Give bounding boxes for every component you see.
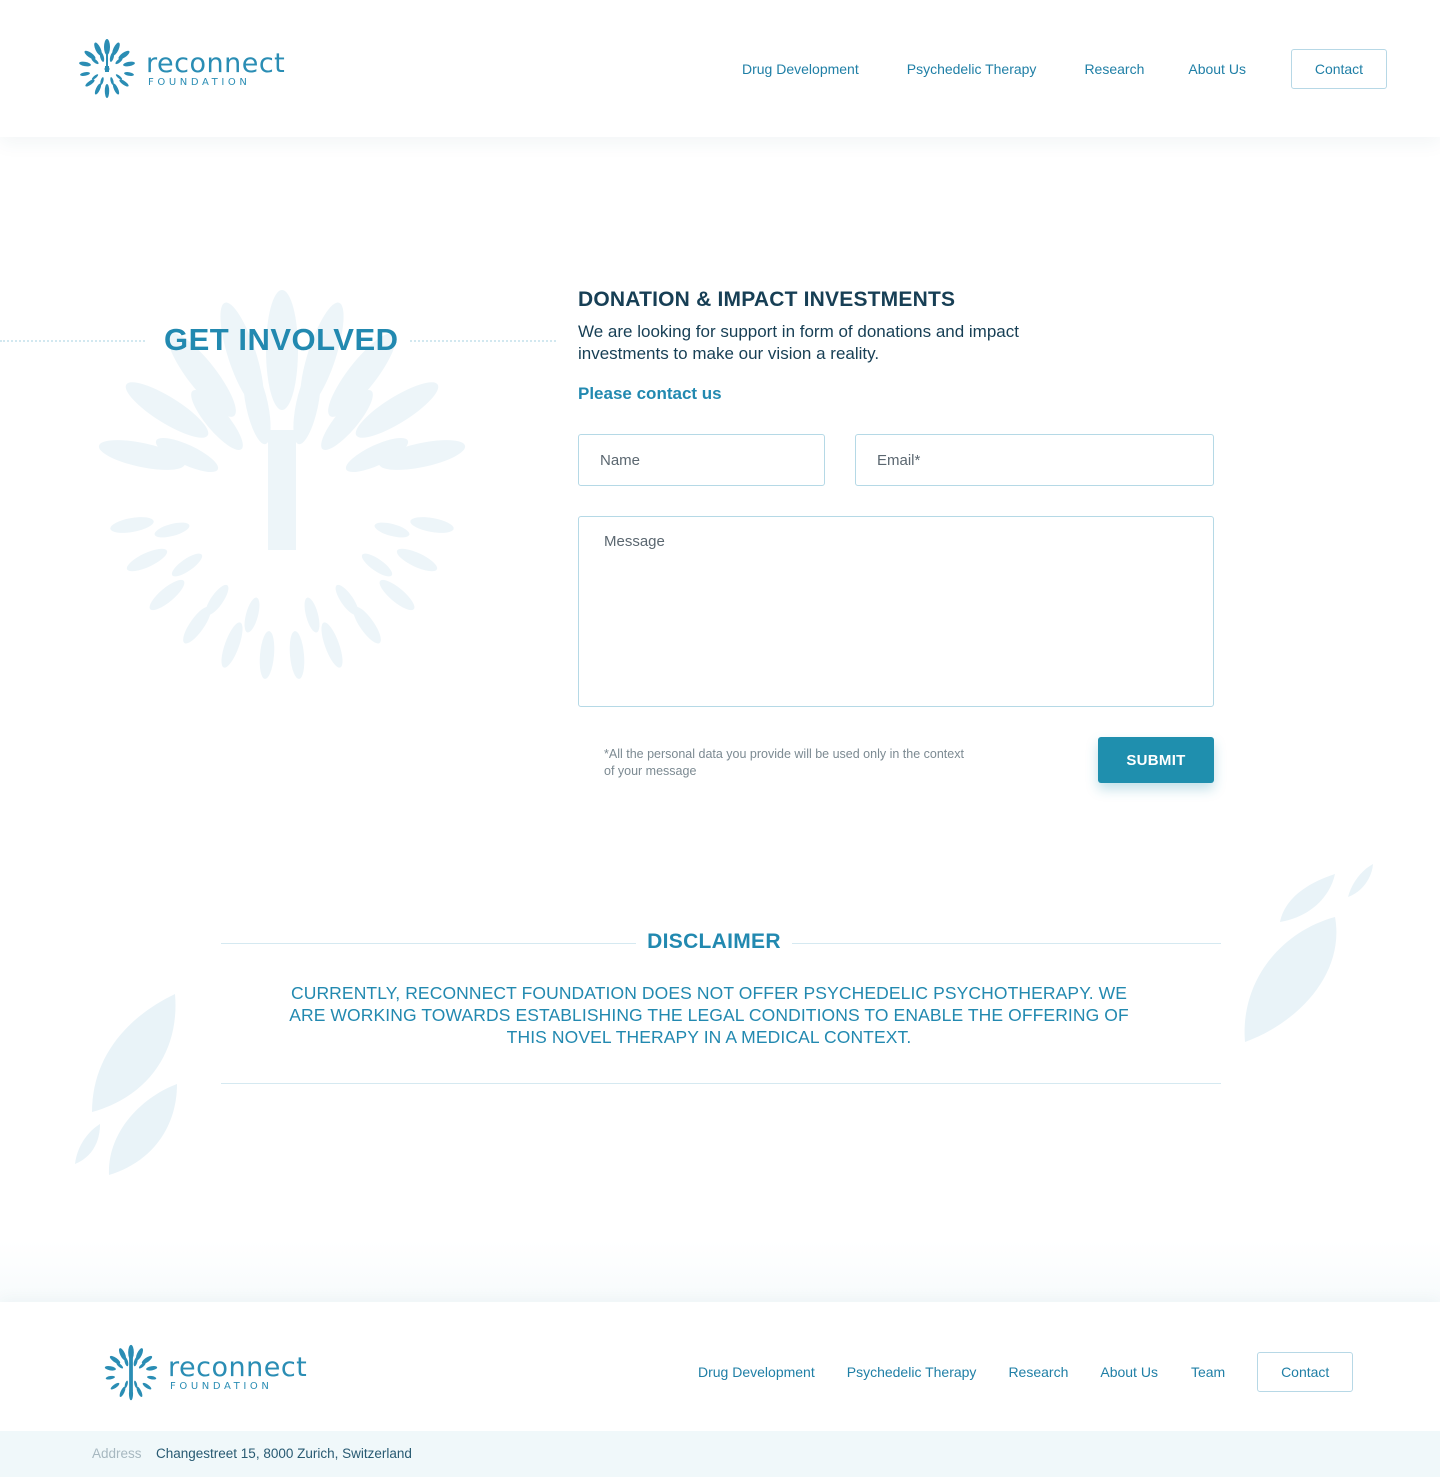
footer-nav-team[interactable]: Team xyxy=(1191,1364,1225,1380)
brand-tagline: FOUNDATION xyxy=(148,76,251,88)
nav-about-us[interactable]: About Us xyxy=(1188,61,1246,77)
header-contact-button[interactable]: Contact xyxy=(1290,49,1387,89)
message-textarea[interactable] xyxy=(578,516,1214,707)
address-value: Changestreet 15, 8000 Zurich, Switzerlan… xyxy=(156,1446,412,1461)
header-nav: Drug Development Psychedelic Therapy Res… xyxy=(742,49,1387,89)
donation-title: DONATION & IMPACT INVESTMENTS xyxy=(578,288,956,311)
footer-nav-research[interactable]: Research xyxy=(1008,1364,1068,1380)
footer-nav-about-us[interactable]: About Us xyxy=(1100,1364,1158,1380)
disclaimer-divider-bottom xyxy=(221,1083,1221,1084)
nav-psychedelic-therapy[interactable]: Psychedelic Therapy xyxy=(907,61,1037,77)
footer-brand-name: reconnect xyxy=(168,1351,308,1383)
leaf-decoration-left-icon xyxy=(75,994,177,1175)
footer-logo[interactable]: reconnect FOUNDATION xyxy=(100,1342,307,1404)
footer-nav-drug-development[interactable]: Drug Development xyxy=(698,1364,815,1380)
submit-button[interactable]: SUBMIT xyxy=(1098,737,1214,783)
site-header: reconnect FOUNDATION Drug Development Ps… xyxy=(0,0,1440,137)
site-footer: reconnect FOUNDATION Drug Development Ps… xyxy=(0,1302,1440,1431)
footer-brand-tagline: FOUNDATION xyxy=(170,1380,273,1392)
disclaimer-divider-left xyxy=(221,943,637,944)
nav-drug-development[interactable]: Drug Development xyxy=(742,61,859,77)
disclaimer-divider-right xyxy=(790,943,1221,944)
name-input[interactable] xyxy=(578,434,825,486)
header-logo[interactable]: reconnect FOUNDATION xyxy=(74,36,285,102)
footer-nav-psychedelic-therapy[interactable]: Psychedelic Therapy xyxy=(847,1364,977,1380)
leaf-decoration-right-icon xyxy=(1244,864,1373,1042)
address-bar: Address Changestreet 15, 8000 Zurich, Sw… xyxy=(0,1431,1440,1477)
nav-research[interactable]: Research xyxy=(1084,61,1144,77)
email-input[interactable] xyxy=(855,434,1214,486)
disclaimer-title: DISCLAIMER xyxy=(636,930,792,954)
address-label: Address xyxy=(92,1446,142,1461)
brand-name: reconnect xyxy=(146,47,286,79)
get-involved-heading: GET INVOLVED xyxy=(164,322,399,357)
tree-logo-icon xyxy=(104,1344,158,1401)
disclaimer-text: CURRENTLY, RECONNECT FOUNDATION DOES NOT… xyxy=(289,983,1129,1047)
footer-fade xyxy=(0,1240,1440,1302)
privacy-note: *All the personal data you provide will … xyxy=(604,747,964,778)
tree-logo-icon xyxy=(79,39,135,98)
contact-prompt: Please contact us xyxy=(578,384,722,403)
footer-nav: Drug Development Psychedelic Therapy Res… xyxy=(698,1352,1354,1392)
donation-description: We are looking for support in form of do… xyxy=(578,322,1019,363)
footer-contact-button[interactable]: Contact xyxy=(1257,1352,1354,1392)
